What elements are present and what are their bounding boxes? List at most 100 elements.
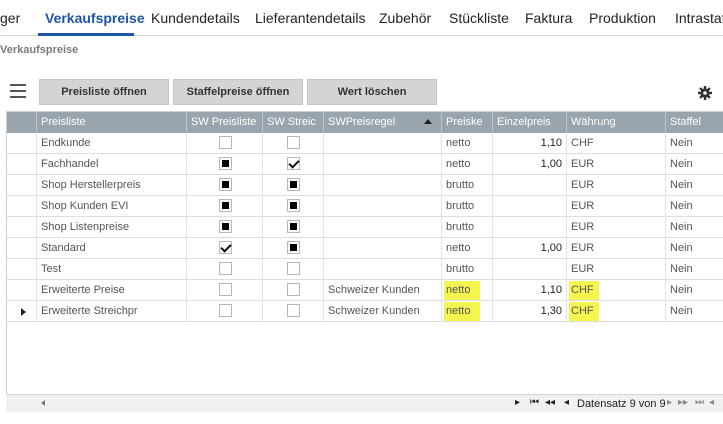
table-row[interactable]: Standard netto 1,00 EUR Nein [7,238,723,259]
tab-kundendetails[interactable]: Kundendetails [151,10,240,26]
row-indicator-cell[interactable] [7,238,37,259]
cell-waehrung[interactable]: EUR [567,175,666,196]
sw-streic-checkbox[interactable] [287,220,300,233]
row-indicator-cell[interactable] [7,133,37,154]
cell-preiskennz[interactable]: brutto [442,196,493,217]
gear-icon[interactable] [697,85,713,101]
cell-swpreisregel[interactable] [324,238,442,259]
cell-preiskennz[interactable]: netto [442,280,493,301]
tab-lieferantendetails[interactable]: Lieferantendetails [255,10,366,26]
sw-streic-checkbox[interactable] [287,304,300,317]
row-indicator-cell[interactable] [7,301,37,322]
prev-page-icon[interactable]: ◂◂ [545,397,555,409]
table-row[interactable]: Fachhandel netto 1,00 EUR Nein [7,154,723,175]
cell-waehrung[interactable]: EUR [567,238,666,259]
tab-lager[interactable]: ger [0,10,20,26]
cell-swpreisregel[interactable] [324,217,442,238]
cell-preisliste[interactable]: Erweiterte Streichpr [37,301,187,322]
row-indicator-cell[interactable] [7,217,37,238]
header-einzelpreis[interactable]: Einzelpreis [493,112,567,133]
cell-preiskennz[interactable]: brutto [442,259,493,280]
cell-preiskennz[interactable]: netto [442,238,493,259]
header-waehrung[interactable]: Währung [567,112,666,133]
table-row[interactable]: Endkunde netto 1,10 CHF Nein [7,133,723,154]
cell-preisliste[interactable]: Shop Herstellerpreis [37,175,187,196]
tab-stueckliste[interactable]: Stückliste [449,10,509,26]
cell-swpreisregel[interactable] [324,175,442,196]
sw-preisliste-checkbox[interactable] [219,220,232,233]
cell-staffel[interactable]: Nein [666,154,723,175]
row-indicator-cell[interactable] [7,280,37,301]
table-row[interactable]: Test brutto EUR Nein [7,259,723,280]
tab-intrastat[interactable]: Intrastat [675,10,723,26]
cell-preiskennz[interactable]: brutto [442,175,493,196]
cell-einzelpreis[interactable]: 1,30 [493,301,567,322]
cell-swpreisregel[interactable] [324,133,442,154]
cell-staffel[interactable]: Nein [666,196,723,217]
cell-waehrung[interactable]: CHF [567,301,666,322]
sw-streic-checkbox[interactable] [287,262,300,275]
cell-preiskennz[interactable]: netto [442,154,493,175]
cell-preisliste[interactable]: Test [37,259,187,280]
cell-waehrung[interactable]: EUR [567,259,666,280]
table-row[interactable]: Erweiterte Preise Schweizer Kunden netto 1,… [7,280,723,301]
cell-staffel[interactable]: Nein [666,217,723,238]
header-staffel[interactable]: Staffel [666,112,723,133]
cell-staffel[interactable]: Nein [666,280,723,301]
tab-verkaufspreise[interactable]: Verkaufspreise [45,10,145,26]
tab-faktura[interactable]: Faktura [525,10,572,26]
table-row[interactable]: Shop Listenpreise brutto EUR Nein [7,217,723,238]
cell-einzelpreis[interactable] [493,217,567,238]
sw-preisliste-checkbox[interactable] [219,178,232,191]
cell-staffel[interactable]: Nein [666,133,723,154]
row-indicator-cell[interactable] [7,154,37,175]
cell-preisliste[interactable]: Erweiterte Preise [37,280,187,301]
last-record-icon[interactable]: ⏭ [695,397,704,409]
cell-waehrung[interactable]: EUR [567,154,666,175]
cell-preiskennz[interactable]: netto [442,301,493,322]
sw-preisliste-checkbox[interactable] [219,136,232,149]
row-indicator-cell[interactable] [7,196,37,217]
table-row[interactable]: Shop Herstellerpreis brutto EUR Nein [7,175,723,196]
cell-einzelpreis[interactable]: 1,00 [493,154,567,175]
cell-einzelpreis[interactable]: 1,10 [493,133,567,154]
cell-einzelpreis[interactable] [493,175,567,196]
sw-preisliste-checkbox[interactable] [219,262,232,275]
header-preisliste[interactable]: Preisliste [37,112,187,133]
sw-preisliste-checkbox[interactable] [219,304,232,317]
sw-streic-checkbox[interactable] [287,241,300,254]
cell-staffel[interactable]: Nein [666,301,723,322]
cell-einzelpreis[interactable]: 1,00 [493,238,567,259]
header-preiskennzeichen[interactable]: Preiske [442,112,493,133]
table-row[interactable]: Erweiterte Streichpr Schweizer Kunden nett… [7,301,723,322]
cell-preisliste[interactable]: Endkunde [37,133,187,154]
cell-waehrung[interactable]: EUR [567,217,666,238]
sw-preisliste-checkbox[interactable] [219,241,232,254]
sw-streic-checkbox[interactable] [287,178,300,191]
first-record-icon[interactable]: ⏮ [530,397,539,409]
cell-staffel[interactable]: Nein [666,238,723,259]
preisliste-oeffnen-button[interactable]: Preisliste öffnen [39,79,169,105]
row-indicator-cell[interactable] [7,259,37,280]
wert-loeschen-button[interactable]: Wert löschen [307,79,437,105]
cell-waehrung[interactable]: CHF [567,133,666,154]
hamburger-icon[interactable] [10,84,26,100]
cell-preisliste[interactable]: Fachhandel [37,154,187,175]
cell-einzelpreis[interactable] [493,196,567,217]
scroll-right-icon[interactable]: ▸ [515,397,520,409]
prev-record-icon[interactable]: ◂ [564,397,569,409]
sw-streic-checkbox[interactable] [287,283,300,296]
cell-staffel[interactable]: Nein [666,175,723,196]
scroll-left-icon[interactable] [41,400,45,406]
row-indicator-cell[interactable] [7,175,37,196]
sw-preisliste-checkbox[interactable] [219,157,232,170]
cell-preiskennz[interactable]: netto [442,133,493,154]
cell-swpreisregel[interactable] [324,154,442,175]
cell-einzelpreis[interactable]: 1,10 [493,280,567,301]
cell-preiskennz[interactable]: brutto [442,217,493,238]
table-row[interactable]: Shop Kunden EVI brutto EUR Nein [7,196,723,217]
cell-waehrung[interactable]: EUR [567,196,666,217]
next-record-icon[interactable]: ▸ [667,397,672,409]
cell-preisliste[interactable]: Shop Listenpreise [37,217,187,238]
sw-preisliste-checkbox[interactable] [219,199,232,212]
